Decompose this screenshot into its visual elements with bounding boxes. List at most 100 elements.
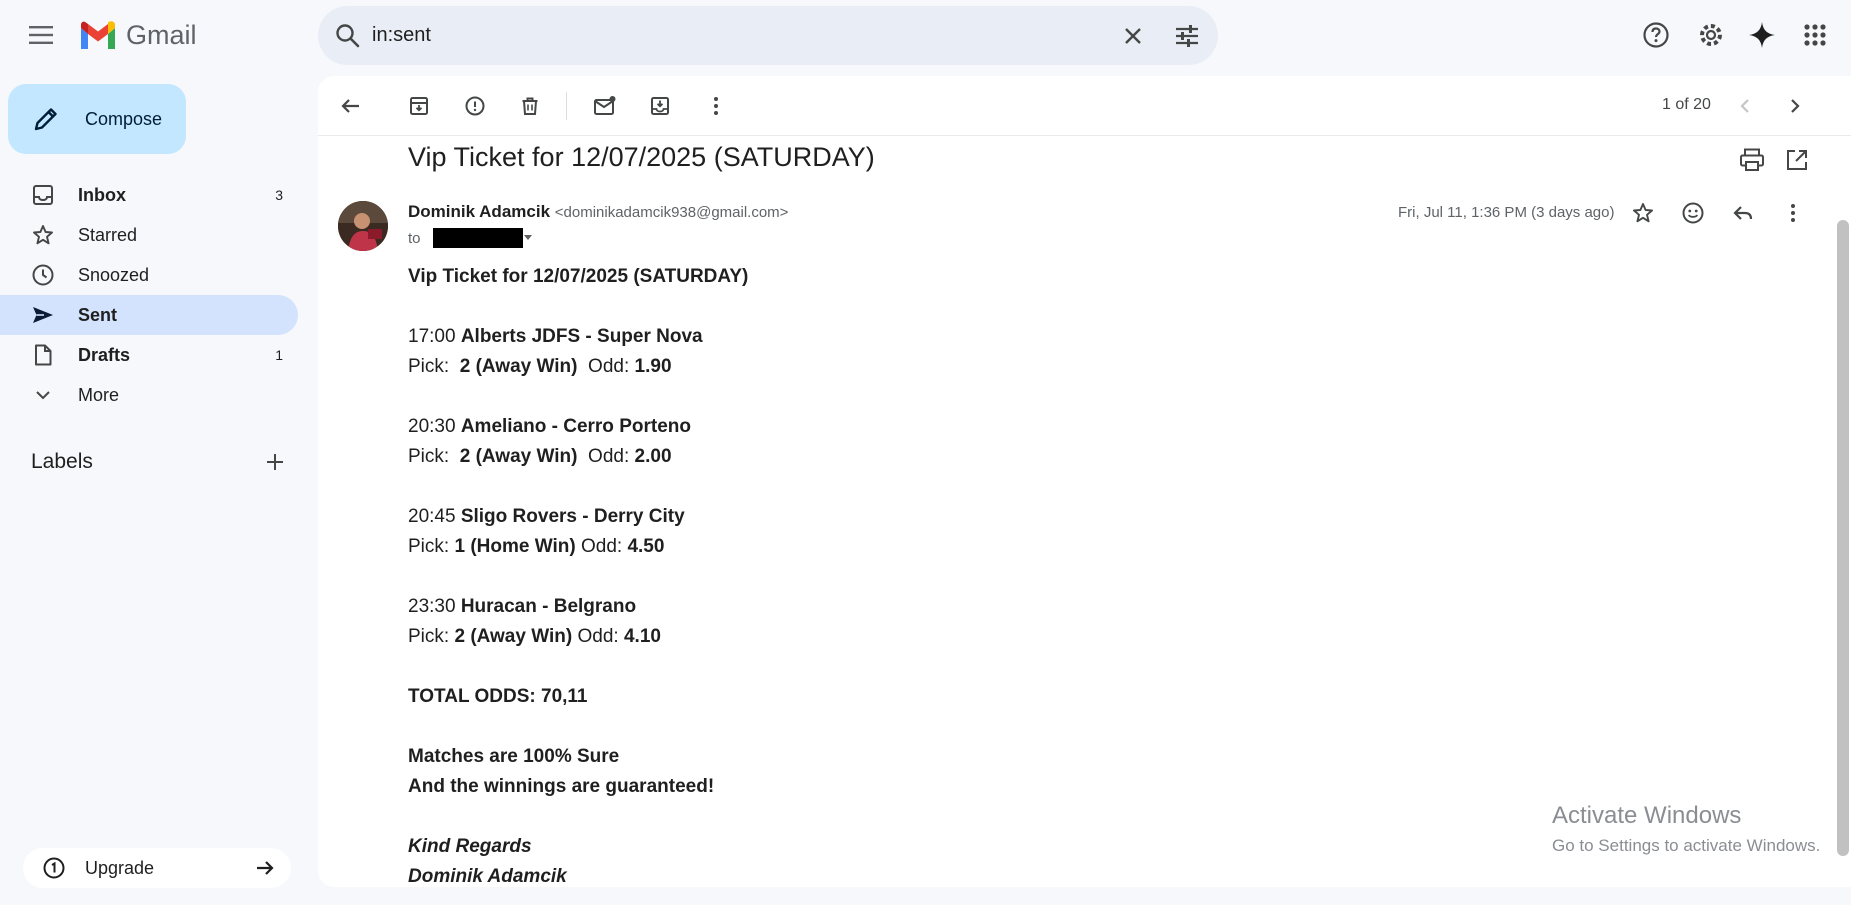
settings-button[interactable]	[1691, 15, 1731, 55]
send-icon	[30, 302, 56, 328]
sender-avatar[interactable]	[338, 201, 388, 251]
odd-value: 4.10	[623, 626, 661, 647]
message-more-button[interactable]	[1778, 198, 1808, 228]
newer-button[interactable]	[1729, 90, 1761, 122]
clock-icon	[30, 262, 56, 288]
sparkle-icon	[1749, 22, 1775, 48]
report-spam-button[interactable]	[459, 90, 491, 122]
sender-name[interactable]: Dominik Adamcik	[408, 202, 550, 221]
menu-icon	[29, 26, 53, 44]
add-label-icon[interactable]	[262, 449, 288, 475]
match-time: 20:45	[408, 506, 456, 527]
sidebar-item-starred[interactable]: Starred	[0, 215, 298, 255]
help-button[interactable]	[1636, 15, 1676, 55]
match-time: 23:30	[408, 596, 456, 617]
mark-unread-button[interactable]	[589, 90, 621, 122]
pagination-count: 1 of 20	[1662, 96, 1711, 113]
compose-label: Compose	[85, 108, 163, 129]
odd-value: 1.90	[634, 356, 672, 377]
archive-icon	[410, 97, 428, 115]
search-icon[interactable]	[334, 22, 362, 50]
sidebar-item-label: Drafts	[78, 344, 131, 365]
arrow-back-icon	[341, 99, 359, 113]
total-odds: TOTAL ODDS: 70,11	[408, 686, 588, 707]
sidebar-item-drafts[interactable]: Drafts 1	[0, 335, 298, 375]
pick-value: 1 (Home Win)	[454, 536, 576, 557]
move-to-inbox-icon	[651, 97, 669, 115]
odd-label: Odd:	[588, 446, 630, 467]
sidebar-item-more[interactable]: More	[0, 375, 298, 415]
more-vert-icon	[714, 97, 718, 115]
move-to-button[interactable]	[644, 90, 676, 122]
odd-value: 2.00	[634, 446, 672, 467]
recipient-line: to	[408, 228, 533, 248]
apps-button[interactable]	[1795, 15, 1835, 55]
guarantee-line: And the winnings are guaranteed!	[408, 776, 715, 797]
search-input[interactable]: in:sent	[372, 24, 431, 47]
pick-label: Pick:	[408, 356, 450, 377]
upgrade-badge-icon	[43, 857, 65, 879]
pick-line: Pick: 2 (Away Win) Odd: 4.10	[408, 622, 1308, 652]
mark-unread-icon	[594, 96, 616, 115]
pick-value: 2 (Away Win)	[459, 446, 578, 467]
reply-button[interactable]	[1728, 198, 1758, 228]
gemini-button[interactable]	[1742, 15, 1782, 55]
labels-heading: Labels	[31, 450, 93, 473]
compose-button[interactable]: Compose	[8, 84, 186, 154]
sender-line: Dominik Adamcik <dominikadamcik938@gmail…	[408, 202, 788, 222]
sidebar-item-label: More	[78, 384, 120, 405]
upgrade-label: Upgrade	[85, 857, 155, 878]
recipient-details-icon[interactable]	[523, 234, 533, 242]
odd-label: Odd:	[588, 356, 630, 377]
delete-button[interactable]	[514, 90, 546, 122]
sidebar-item-sent[interactable]: Sent	[0, 295, 298, 335]
pick-line: Pick: 2 (Away Win) Odd: 1.90	[408, 352, 1308, 382]
match-line: 23:30 Huracan - Belgrano	[408, 592, 1308, 622]
sidebar-item-inbox[interactable]: Inbox 3	[0, 175, 298, 215]
pick-value: 2 (Away Win)	[454, 626, 573, 647]
sidebar-item-label: Starred	[78, 224, 138, 245]
sidebar-item-label: Sent	[78, 304, 118, 325]
app-name: Gmail	[126, 19, 197, 50]
archive-button[interactable]	[403, 90, 435, 122]
report-icon	[465, 96, 485, 116]
scrollbar-thumb[interactable]	[1837, 220, 1849, 856]
print-icon[interactable]	[1738, 146, 1766, 174]
open-new-window-icon[interactable]	[1783, 146, 1811, 174]
to-label: to	[408, 229, 421, 247]
arrow-right-icon	[257, 861, 274, 875]
search-options-icon[interactable]	[1172, 21, 1202, 51]
pick-line: Pick: 2 (Away Win) Odd: 2.00	[408, 442, 1308, 472]
main-menu-button[interactable]	[18, 11, 66, 59]
trash-icon	[522, 97, 538, 115]
search-bar[interactable]: in:sent	[318, 6, 1218, 65]
gmail-logo[interactable]: Gmail	[78, 17, 197, 53]
older-button[interactable]	[1779, 90, 1811, 122]
clear-search-icon[interactable]	[1118, 21, 1148, 51]
email-body: Vip Ticket for 12/07/2025 (SATURDAY) 17:…	[408, 262, 1308, 887]
inbox-icon	[30, 182, 56, 208]
pick-label: Pick:	[408, 536, 450, 557]
pick-label: Pick:	[408, 446, 450, 467]
apps-grid-icon	[1804, 24, 1826, 46]
star-icon	[1633, 203, 1653, 223]
help-icon	[1643, 22, 1669, 48]
add-reaction-button[interactable]	[1678, 198, 1708, 228]
more-options-button[interactable]	[700, 90, 732, 122]
back-button[interactable]	[334, 90, 366, 122]
match-time: 20:30	[408, 416, 456, 437]
sidebar-item-label: Inbox	[78, 184, 126, 205]
toolbar-divider	[566, 92, 567, 120]
match-teams: Huracan - Belgrano	[460, 596, 637, 617]
star-button[interactable]	[1628, 198, 1658, 228]
odd-label: Odd:	[577, 626, 619, 647]
unread-count: 3	[275, 187, 283, 203]
pick-label: Pick:	[408, 626, 450, 647]
upgrade-button[interactable]: Upgrade	[23, 848, 291, 888]
sidebar-item-snoozed[interactable]: Snoozed	[0, 255, 298, 295]
message-scrollbar[interactable]	[1835, 146, 1851, 887]
signature: Dominik Adamcik	[408, 866, 567, 887]
reply-icon	[1733, 206, 1753, 220]
pencil-icon	[34, 108, 57, 131]
message-toolbar: 1 of 20	[318, 76, 1851, 136]
